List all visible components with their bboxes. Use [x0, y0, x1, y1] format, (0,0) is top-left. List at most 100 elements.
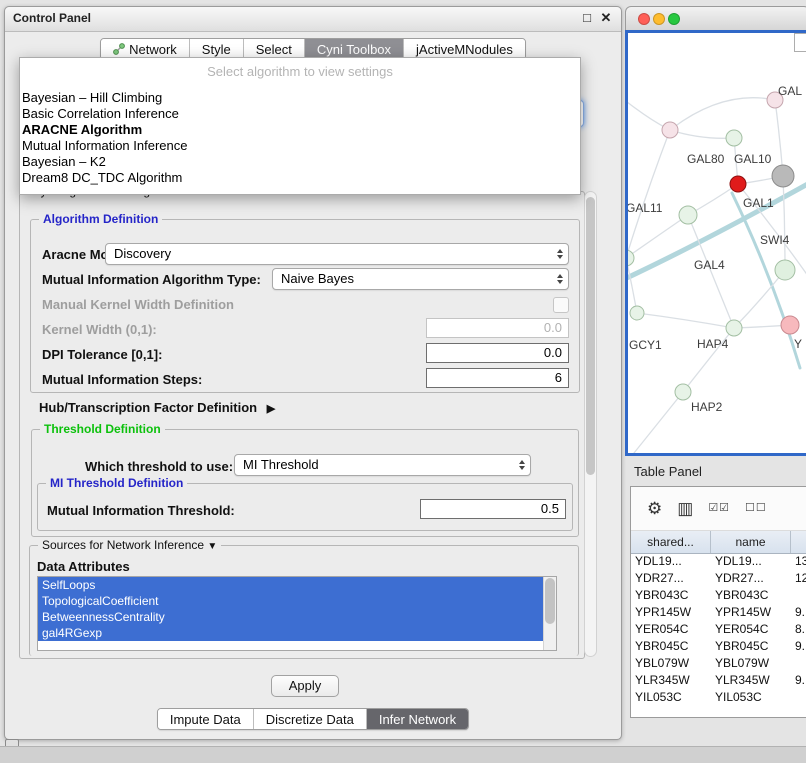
- table-cell: 9.: [791, 672, 806, 689]
- hub-section-toggle[interactable]: Hub/Transcription Factor Definition ▶: [39, 400, 275, 415]
- table-cell: YBR043C: [711, 587, 791, 604]
- table-cell: 9.: [791, 604, 806, 621]
- data-attribute-item[interactable]: TopologicalCoefficient: [38, 593, 556, 609]
- tab-infer-network[interactable]: Infer Network: [366, 709, 468, 729]
- mi-threshold-field[interactable]: 0.5: [420, 499, 566, 519]
- table-row[interactable]: YBL079WYBL079W: [631, 655, 806, 672]
- sources-group: Sources for Network Inference ▼ Data Att…: [29, 545, 579, 656]
- select-all-checkboxes-icon[interactable]: ☑☑: [708, 503, 730, 514]
- network-node[interactable]: [726, 320, 742, 336]
- network-edge: [630, 392, 683, 456]
- kernel-width-label: Kernel Width (0,1):: [42, 322, 157, 337]
- table-cell: 8.: [791, 621, 806, 638]
- settings-scrollbar[interactable]: [584, 191, 597, 657]
- table-row[interactable]: YDL19...YDL19...13: [631, 553, 806, 570]
- scrollbar-thumb[interactable]: [545, 578, 555, 624]
- table-panel-title: Table Panel: [634, 464, 702, 479]
- algorithm-definition-group: Algorithm Definition Aracne Mode: Discov…: [30, 219, 580, 393]
- network-node-label: GAL10: [734, 152, 772, 166]
- aracne-mode-select[interactable]: Discovery: [105, 243, 569, 265]
- which-threshold-select[interactable]: MI Threshold: [234, 454, 531, 476]
- network-toolbar-fragment[interactable]: [794, 33, 806, 52]
- network-node[interactable]: [772, 165, 794, 187]
- table-row[interactable]: YPR145WYPR145W9.: [631, 604, 806, 621]
- network-edge: [783, 176, 785, 270]
- manual-kernel-label: Manual Kernel Width Definition: [42, 297, 234, 312]
- table-row[interactable]: YBR043CYBR043C: [631, 587, 806, 604]
- float-window-icon[interactable]: □: [579, 10, 595, 25]
- algorithm-option-aracne-algorithm[interactable]: ARACNE Algorithm: [20, 122, 580, 138]
- tab-label: Infer Network: [379, 712, 456, 727]
- clear-all-checkboxes-icon[interactable]: ☐☐: [745, 503, 767, 514]
- table-row[interactable]: YBR045CYBR045C9.: [631, 638, 806, 655]
- manual-kernel-checkbox[interactable]: [553, 297, 569, 313]
- attribute-list-scrollbar[interactable]: [543, 577, 556, 650]
- gear-icon[interactable]: ⚙: [647, 500, 662, 517]
- tab-jactivemnodules[interactable]: jActiveMNodules: [403, 39, 525, 59]
- network-edge: [670, 130, 734, 138]
- tab-cyni-toolbox[interactable]: Cyni Toolbox: [304, 39, 403, 59]
- network-node[interactable]: [726, 130, 742, 146]
- table-row[interactable]: YER054CYER054C8.: [631, 621, 806, 638]
- table-row[interactable]: YIL053CYIL053C: [631, 689, 806, 706]
- tab-discretize-data[interactable]: Discretize Data: [253, 709, 366, 729]
- table-cell: YLR345W: [711, 672, 791, 689]
- tab-select[interactable]: Select: [243, 39, 304, 59]
- algorithm-option-bayesian-hill-climbing[interactable]: Bayesian – Hill Climbing: [20, 90, 580, 106]
- table-cell: [791, 655, 806, 672]
- table-row[interactable]: YDR27...YDR27...12: [631, 570, 806, 587]
- table-cell: YIL053C: [631, 689, 711, 706]
- algorithm-option-dream8-dc-tdc-algorithm[interactable]: Dream8 DC_TDC Algorithm: [20, 170, 580, 186]
- algorithm-option-basic-correlation-inference[interactable]: Basic Correlation Inference: [20, 106, 580, 122]
- network-node-label: GAL4: [694, 258, 725, 272]
- network-edge: [628, 258, 637, 313]
- mi-steps-field[interactable]: 6: [426, 368, 569, 388]
- table-column-header[interactable]: [791, 531, 806, 553]
- control-panel-title: Control Panel: [13, 11, 91, 25]
- data-attribute-item[interactable]: BetweennessCentrality: [38, 609, 556, 625]
- network-node[interactable]: [775, 260, 795, 280]
- tab-label: Select: [256, 42, 292, 57]
- sources-group-title[interactable]: Sources for Network Inference ▼: [38, 538, 221, 552]
- expand-down-icon[interactable]: ▼: [207, 541, 217, 552]
- network-node[interactable]: [730, 176, 746, 192]
- network-view-window: GALGAL80GAL10GAL11GAL1SWI4GAL4GCY1HAP4YH…: [625, 6, 806, 456]
- tab-impute-data[interactable]: Impute Data: [158, 709, 253, 729]
- mi-type-select[interactable]: Naive Bayes: [272, 268, 569, 290]
- attr-list-items: SelfLoopsTopologicalCoefficientBetweenne…: [38, 577, 556, 641]
- table-row[interactable]: YLR345WYLR345W9.: [631, 672, 806, 689]
- table-column-header[interactable]: name: [711, 531, 791, 553]
- data-attributes-label: Data Attributes: [37, 559, 130, 574]
- network-canvas[interactable]: GALGAL80GAL10GAL11GAL1SWI4GAL4GCY1HAP4YH…: [628, 33, 806, 456]
- columns-icon[interactable]: ▥: [677, 500, 693, 517]
- bottom-status-strip: [0, 746, 806, 763]
- table-cell: [791, 587, 806, 604]
- table-column-header[interactable]: shared...: [631, 531, 711, 553]
- algorithm-option-mutual-information-inference[interactable]: Mutual Information Inference: [20, 138, 580, 154]
- close-icon[interactable]: ✕: [598, 10, 614, 26]
- network-node[interactable]: [630, 306, 644, 320]
- combo-arrows-icon: [557, 274, 563, 284]
- network-node[interactable]: [662, 122, 678, 138]
- cyni-settings-group: Cyni Algorithm Settings Algorithm Defini…: [19, 191, 585, 659]
- tab-network[interactable]: Network: [101, 39, 189, 59]
- dropdown-items: Bayesian – Hill ClimbingBasic Correlatio…: [20, 90, 580, 186]
- mac-close-icon[interactable]: [638, 13, 650, 25]
- tab-style[interactable]: Style: [189, 39, 243, 59]
- network-node[interactable]: [675, 384, 691, 400]
- mac-minimize-icon[interactable]: [653, 13, 665, 25]
- expand-right-icon[interactable]: ▶: [267, 403, 275, 415]
- mac-zoom-icon[interactable]: [668, 13, 680, 25]
- apply-button[interactable]: Apply: [271, 675, 339, 697]
- data-attribute-item[interactable]: gal4RGexp: [38, 625, 556, 641]
- data-attribute-item[interactable]: SelfLoops: [38, 577, 556, 593]
- network-node[interactable]: [679, 206, 697, 224]
- network-node[interactable]: [781, 316, 799, 334]
- settings-scrollbar-thumb[interactable]: [586, 197, 595, 475]
- mi-steps-label: Mutual Information Steps:: [42, 372, 202, 387]
- algorithm-option-bayesian-k2[interactable]: Bayesian – K2: [20, 154, 580, 170]
- mi-threshold-label: Mutual Information Threshold:: [47, 503, 235, 518]
- dpi-tolerance-field[interactable]: 0.0: [426, 343, 569, 363]
- dropdown-placeholder: Select algorithm to view settings: [20, 62, 580, 82]
- network-icon: [113, 43, 125, 55]
